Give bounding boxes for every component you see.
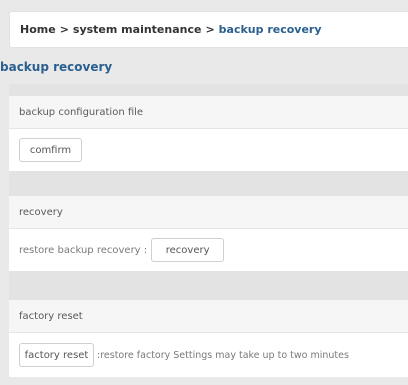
- recovery-section-header: recovery: [9, 196, 408, 229]
- recovery-button[interactable]: recovery: [151, 238, 225, 262]
- recovery-section-title: recovery: [19, 206, 63, 218]
- section-divider: [9, 84, 408, 96]
- confirm-button[interactable]: comfirm: [19, 138, 82, 162]
- factory-reset-section-title: factory reset: [19, 310, 83, 322]
- restore-backup-label: restore backup recovery :: [19, 244, 148, 256]
- breadcrumb-system-maintenance[interactable]: system maintenance: [73, 23, 202, 36]
- backup-section-title: backup configuration file: [19, 106, 144, 118]
- breadcrumb-current: backup recovery: [218, 23, 322, 36]
- page-title: backup recovery: [0, 60, 113, 74]
- recovery-section-body: restore backup recovery : recovery: [9, 229, 408, 271]
- section-divider: [9, 271, 408, 300]
- factory-reset-button[interactable]: factory reset: [19, 343, 94, 367]
- factory-reset-section-header: factory reset: [9, 300, 408, 333]
- factory-reset-note: :restore factory Settings may take up to…: [97, 349, 349, 361]
- section-divider: [9, 171, 408, 196]
- breadcrumb: Home > system maintenance > backup recov…: [9, 11, 408, 48]
- breadcrumb-separator: >: [205, 23, 215, 36]
- factory-reset-section-body: factory reset :restore factory Settings …: [9, 333, 408, 377]
- breadcrumb-home[interactable]: Home: [20, 23, 56, 36]
- backup-section-header: backup configuration file: [9, 96, 408, 129]
- backup-section-body: comfirm: [9, 129, 408, 171]
- breadcrumb-separator: >: [59, 23, 69, 36]
